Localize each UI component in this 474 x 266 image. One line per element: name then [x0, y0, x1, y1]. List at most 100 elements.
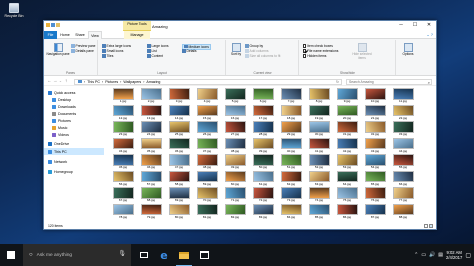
- details-pane-button[interactable]: Details pane: [71, 49, 94, 53]
- file-item[interactable]: 87.jpg: [361, 203, 389, 221]
- clock[interactable]: 9:02 AM 2/4/2017: [446, 250, 462, 260]
- large-icons-view-icon[interactable]: [429, 223, 433, 228]
- content-button[interactable]: Content: [147, 54, 163, 58]
- file-item[interactable]: 47.jpg: [165, 154, 193, 171]
- group-by-button[interactable]: Group by: [245, 44, 263, 48]
- file-item[interactable]: 74.jpg: [305, 187, 333, 204]
- file-item[interactable]: 3.jpg: [165, 88, 193, 105]
- task-view-icon[interactable]: [134, 244, 154, 266]
- breadcrumb-this-pc[interactable]: This PC: [87, 80, 100, 84]
- details-button[interactable]: Details: [182, 49, 197, 53]
- options-button[interactable]: Options: [399, 43, 417, 57]
- file-item[interactable]: 33.jpg: [389, 121, 417, 138]
- tab-file[interactable]: File: [44, 31, 57, 39]
- file-item[interactable]: 65.jpg: [361, 170, 389, 188]
- file-item[interactable]: 6.jpg: [249, 88, 277, 105]
- file-item[interactable]: 29.jpg: [277, 121, 305, 138]
- file-item[interactable]: 5.jpg: [221, 88, 249, 105]
- tab-manage[interactable]: Manage: [124, 31, 150, 39]
- file-item[interactable]: 59.jpg: [193, 170, 221, 188]
- file-item[interactable]: 85.jpg: [305, 203, 333, 221]
- properties-icon[interactable]: [51, 23, 55, 27]
- file-item[interactable]: 35.jpg: [137, 137, 165, 155]
- extra-large-icons-button[interactable]: Extra large icons: [102, 44, 131, 48]
- item-check-boxes-toggle[interactable]: Item check boxes: [303, 44, 333, 48]
- hidden-items-toggle[interactable]: Hidden items: [303, 54, 326, 58]
- nav-item-this-pc[interactable]: This PC: [44, 148, 104, 155]
- small-icons-button[interactable]: Small icons: [102, 49, 123, 53]
- cortana-search-box[interactable]: ○ Ask me anything 🎙: [23, 244, 131, 266]
- help-icon[interactable]: ⌄ ?: [426, 32, 433, 37]
- file-item[interactable]: 63.jpg: [305, 170, 333, 188]
- keyboard-icon[interactable]: ▤: [438, 252, 443, 258]
- file-item[interactable]: 46.jpg: [137, 154, 165, 171]
- maximize-button[interactable]: ☐: [408, 21, 422, 30]
- file-item[interactable]: 8.jpg: [305, 88, 333, 105]
- file-explorer-icon[interactable]: [174, 244, 194, 266]
- breadcrumb-amazing[interactable]: Amazing: [146, 80, 160, 84]
- tab-view[interactable]: View: [88, 31, 102, 39]
- file-item[interactable]: 76.jpg: [361, 187, 389, 204]
- file-item[interactable]: 17.jpg: [249, 104, 277, 122]
- file-item[interactable]: 21.jpg: [361, 104, 389, 122]
- file-item[interactable]: 77.jpg: [389, 187, 417, 204]
- file-item[interactable]: 50.jpg: [249, 154, 277, 171]
- file-item[interactable]: 40.jpg: [277, 137, 305, 155]
- recent-locations-icon[interactable]: ⌄: [59, 79, 62, 83]
- forward-icon[interactable]: →: [53, 78, 58, 83]
- file-item[interactable]: 56.jpg: [109, 170, 137, 188]
- file-item[interactable]: 80.jpg: [165, 203, 193, 221]
- breadcrumb-pictures[interactable]: Pictures: [105, 80, 118, 84]
- file-item[interactable]: 31.jpg: [333, 121, 361, 138]
- action-center-icon[interactable]: ▢: [465, 252, 471, 259]
- file-item[interactable]: 64.jpg: [333, 170, 361, 188]
- tiles-button[interactable]: Tiles: [102, 54, 113, 58]
- network-tray-icon[interactable]: ▭: [421, 252, 426, 258]
- microphone-icon[interactable]: 🎙: [118, 250, 126, 257]
- search-input[interactable]: Search Amazing ⌕: [346, 78, 432, 85]
- file-item[interactable]: 9.jpg: [333, 88, 361, 105]
- tab-home[interactable]: Home: [58, 31, 72, 39]
- file-item[interactable]: 37.jpg: [193, 137, 221, 155]
- hide-selected-items-button[interactable]: Hide selected items: [350, 43, 374, 60]
- file-item[interactable]: 53.jpg: [333, 154, 361, 171]
- file-item[interactable]: 34.jpg: [109, 137, 137, 155]
- file-item[interactable]: 18.jpg: [277, 104, 305, 122]
- file-item[interactable]: 60.jpg: [221, 170, 249, 188]
- breadcrumb-wallpapers[interactable]: Wallpapers: [123, 80, 141, 84]
- desktop-recycle-bin[interactable]: Recycle Bin: [3, 3, 25, 18]
- nav-item-homegroup[interactable]: Homegroup: [44, 168, 104, 175]
- file-item[interactable]: 13.jpg: [137, 104, 165, 122]
- file-item[interactable]: 28.jpg: [249, 121, 277, 138]
- file-item[interactable]: 54.jpg: [361, 154, 389, 171]
- file-item[interactable]: 30.jpg: [305, 121, 333, 138]
- file-item[interactable]: 52.jpg: [305, 154, 333, 171]
- file-item[interactable]: 14.jpg: [165, 104, 193, 122]
- nav-item-documents[interactable]: Documents: [44, 110, 104, 117]
- back-icon[interactable]: ←: [47, 78, 52, 83]
- details-view-icon[interactable]: [424, 223, 428, 228]
- file-item[interactable]: 79.jpg: [137, 203, 165, 221]
- file-item[interactable]: 12.jpg: [109, 104, 137, 122]
- nav-item-network[interactable]: Network: [44, 158, 104, 165]
- file-item[interactable]: 44.jpg: [389, 137, 417, 155]
- file-item[interactable]: 71.jpg: [221, 187, 249, 204]
- file-item[interactable]: 70.jpg: [193, 187, 221, 204]
- file-item[interactable]: 2.jpg: [137, 88, 165, 105]
- item-check-boxes-checkbox[interactable]: [303, 44, 307, 48]
- nav-item-pictures[interactable]: Pictures: [44, 117, 104, 124]
- file-item[interactable]: 62.jpg: [277, 170, 305, 188]
- file-name-extensions-toggle[interactable]: File name extensions: [303, 49, 338, 53]
- preview-pane-button[interactable]: Preview pane: [71, 44, 95, 48]
- file-item[interactable]: 25.jpg: [165, 121, 193, 138]
- volume-icon[interactable]: 🔊: [429, 252, 435, 258]
- nav-item-desktop[interactable]: Desktop: [44, 96, 104, 103]
- minimize-button[interactable]: ─: [394, 21, 408, 30]
- file-item[interactable]: 23.jpg: [109, 121, 137, 138]
- file-item[interactable]: 67.jpg: [109, 187, 137, 204]
- file-item[interactable]: 88.jpg: [389, 203, 417, 221]
- folder-icon[interactable]: [46, 23, 50, 27]
- refresh-icon[interactable]: ↻: [336, 80, 339, 84]
- file-item[interactable]: 73.jpg: [277, 187, 305, 204]
- file-item[interactable]: 57.jpg: [137, 170, 165, 188]
